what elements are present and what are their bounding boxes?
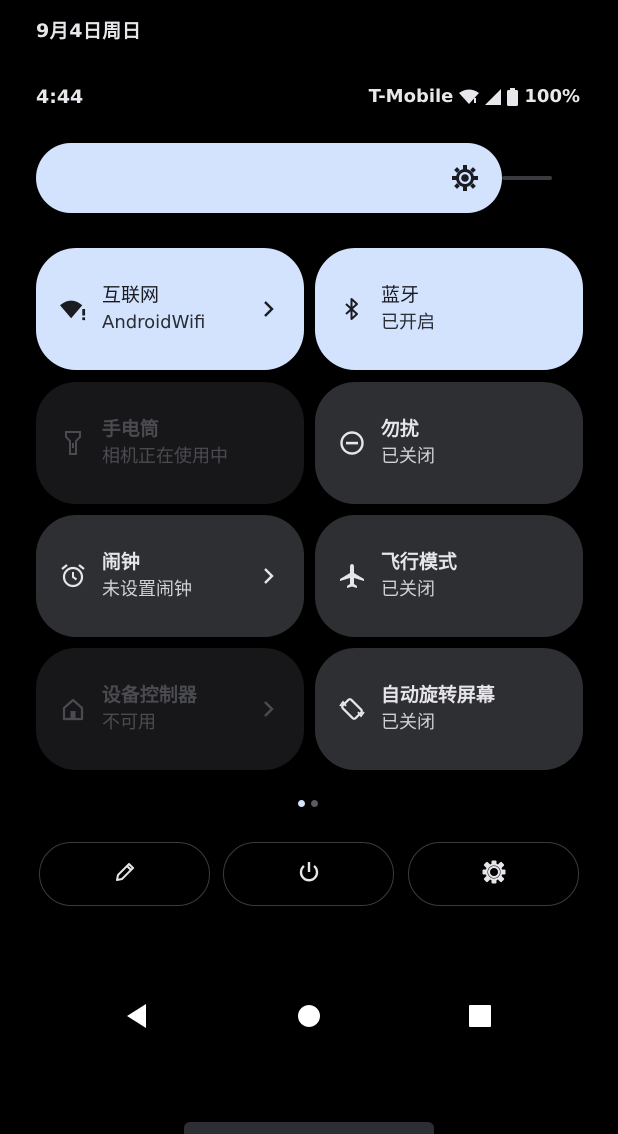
tile-dnd-status: 已关闭 [381,446,435,467]
edit-icon [114,861,136,887]
gesture-handle[interactable] [184,1122,434,1134]
tile-airplane-status: 已关闭 [381,579,435,600]
page-indicator [298,800,318,807]
recents-button[interactable] [458,996,502,1040]
brightness-slider[interactable] [36,143,552,213]
status-icons: T-Mobile 100% [369,86,580,107]
tile-alarm[interactable]: 闹钟 未设置闹钟 [36,515,304,637]
settings-icon [481,859,507,889]
tile-flashlight-status: 相机正在使用中 [102,446,228,467]
tile-bluetooth[interactable]: 蓝牙 已开启 [315,248,583,370]
back-icon [126,1003,148,1033]
alarm-icon [60,563,86,589]
edit-button[interactable] [39,842,210,906]
battery-icon [507,87,519,106]
bluetooth-icon [339,296,365,322]
tile-alarm-status: 未设置闹钟 [102,579,192,600]
tile-do-not-disturb[interactable]: 勿扰 已关闭 [315,382,583,504]
wifi-icon [459,89,480,105]
battery-percent: 100% [524,86,580,107]
home-button[interactable] [287,996,331,1040]
home-icon [60,696,86,722]
tile-alarm-label: 闹钟 [102,551,141,573]
tile-internet[interactable]: 互联网 AndroidWifi [36,248,304,370]
brightness-slider-track [502,176,552,180]
tile-airplane-mode[interactable]: 飞行模式 已关闭 [315,515,583,637]
tile-internet-status: AndroidWifi [102,312,206,333]
tile-flashlight[interactable]: 手电筒 相机正在使用中 [36,382,304,504]
date-label: 9月4日周日 [36,20,142,42]
wifi-icon [60,296,86,322]
power-icon [297,860,321,888]
carrier-label: T-Mobile [368,86,454,107]
airplane-icon [339,563,365,589]
tile-device-controls-status: 不可用 [102,712,156,733]
tile-internet-label: 互联网 [102,284,160,306]
home-icon [297,1004,321,1032]
auto-rotate-icon [339,696,365,722]
chevron-right-icon[interactable] [262,698,276,720]
brightness-icon [452,165,478,191]
signal-icon [485,88,502,105]
tile-airplane-label: 飞行模式 [381,551,458,573]
chevron-right-icon[interactable] [262,298,276,320]
settings-button[interactable] [408,842,579,906]
tile-device-controls[interactable]: 设备控制器 不可用 [36,648,304,770]
tile-auto-rotate-status: 已关闭 [381,712,435,733]
chevron-right-icon[interactable] [262,565,276,587]
brightness-slider-fill [36,143,502,213]
page-dot-active [298,800,305,807]
do-not-disturb-icon [339,430,365,456]
tile-auto-rotate[interactable]: 自动旋转屏幕 已关闭 [315,648,583,770]
tile-device-controls-label: 设备控制器 [102,684,198,706]
tile-bluetooth-label: 蓝牙 [381,284,420,306]
power-button[interactable] [223,842,394,906]
page-dot [311,800,318,807]
tile-dnd-label: 勿扰 [381,418,420,440]
clock: 4:44 [36,86,84,108]
recents-icon [469,1005,491,1031]
back-button[interactable] [115,996,159,1040]
tile-bluetooth-status: 已开启 [381,312,435,333]
tile-auto-rotate-label: 自动旋转屏幕 [381,684,496,706]
flashlight-icon [60,430,86,456]
tile-flashlight-label: 手电筒 [102,418,160,440]
